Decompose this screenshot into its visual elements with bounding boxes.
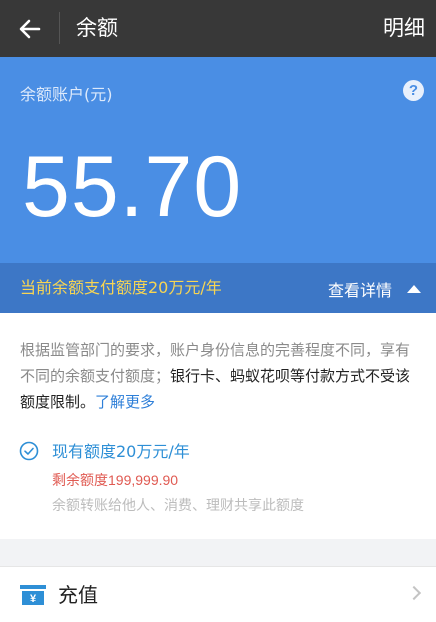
share-note: 余额转账给他人、消费、理财共享此额度 [52, 498, 304, 514]
back-button[interactable] [14, 14, 46, 44]
recharge-row[interactable]: ¥ 充值 [0, 566, 436, 622]
balance-card: 余额账户(元) ? 55.70 [0, 57, 436, 263]
arrow-left-icon [19, 19, 41, 39]
view-detail-button[interactable]: 查看详情 [328, 280, 392, 302]
recharge-icon: ¥ [20, 585, 46, 605]
regulation-description: 根据监管部门的要求，账户身份信息的完善程度不同，享有不同的余额支付额度；银行卡、… [20, 337, 420, 415]
triangle-up-icon[interactable] [407, 285, 421, 293]
help-icon[interactable]: ? [403, 80, 424, 101]
account-label: 余额账户(元) [20, 85, 113, 104]
remaining-label: 剩余额度 [52, 473, 108, 489]
learn-more-link[interactable]: 了解更多 [95, 393, 155, 411]
detail-button[interactable]: 明细 [383, 14, 425, 42]
header-divider [59, 12, 60, 44]
remaining-value: 199,999.90 [108, 472, 179, 488]
limit-info-panel: 根据监管部门的要求，账户身份信息的完善程度不同，享有不同的余额支付额度；银行卡、… [0, 313, 436, 539]
check-circle-icon [19, 441, 39, 461]
limit-text: 当前余额支付额度20万元/年 [20, 278, 222, 297]
limit-bar[interactable]: 当前余额支付额度20万元/年 查看详情 [0, 263, 436, 313]
top-bar: 余额 明细 [0, 0, 436, 57]
chevron-right-icon [406, 585, 422, 601]
recharge-label: 充值 [58, 583, 98, 607]
current-quota: 现有额度20万元/年 [52, 442, 190, 461]
remaining-quota: 剩余额度199,999.90 [52, 470, 178, 491]
page-title: 余额 [76, 16, 118, 40]
balance-amount: 55.70 [22, 139, 243, 235]
svg-text:¥: ¥ [30, 593, 37, 605]
